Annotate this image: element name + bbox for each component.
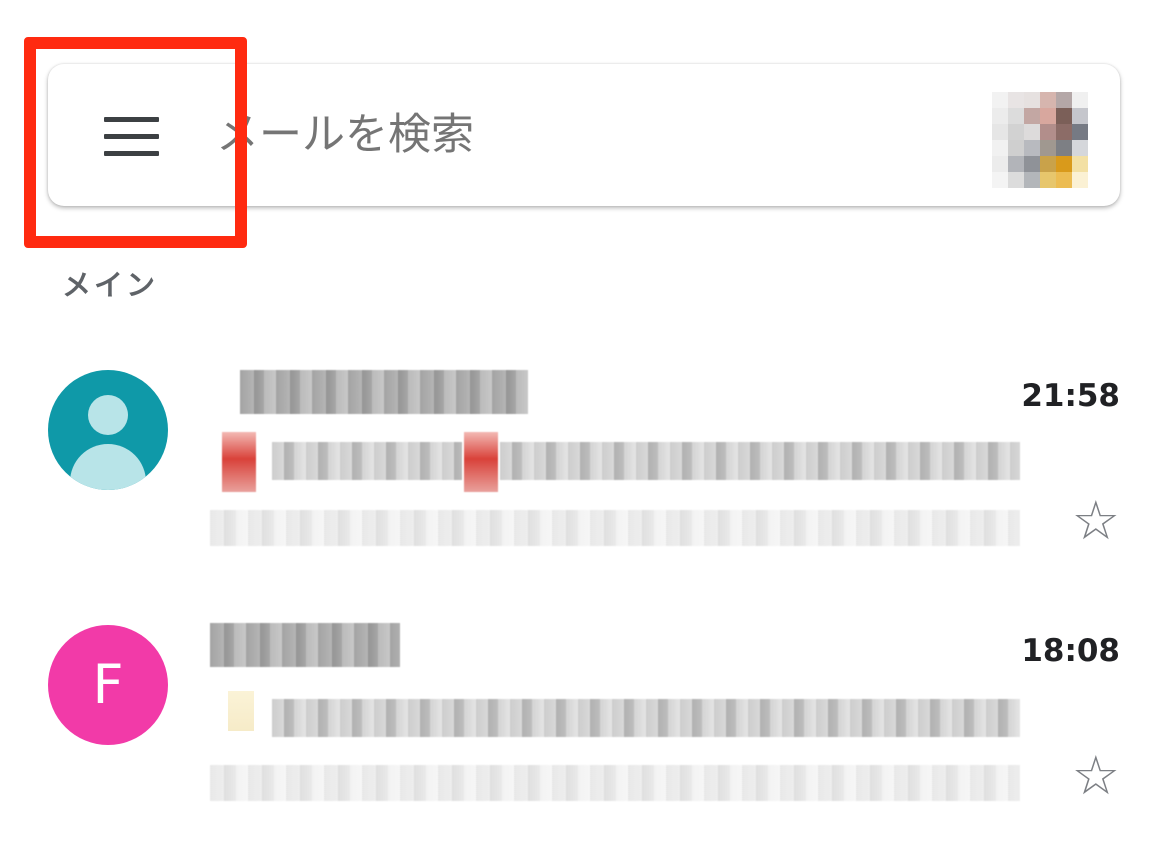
mail-time: 18:08 [1021, 633, 1120, 669]
mail-list-item[interactable]: F 18:08 ☆ [0, 595, 1170, 835]
snippet-redacted [210, 510, 1020, 546]
sender-avatar [48, 370, 168, 490]
sender-name-redacted [240, 370, 528, 414]
subject-redacted [272, 442, 462, 480]
emoji-redacted [222, 432, 256, 492]
snippet-redacted [210, 765, 1020, 801]
mail-list-item[interactable]: 21:58 ☆ [0, 340, 1170, 580]
section-label: メイン [62, 268, 159, 302]
sender-avatar: F [48, 625, 168, 745]
mail-time: 21:58 [1021, 378, 1120, 414]
search-input[interactable] [216, 100, 976, 170]
subject-redacted [500, 442, 1020, 480]
subject-redacted [272, 699, 1020, 737]
emoji-redacted [228, 691, 254, 731]
emoji-redacted [464, 432, 498, 492]
sender-name-redacted [210, 623, 400, 667]
account-avatar[interactable] [992, 92, 1088, 188]
search-bar [48, 64, 1120, 206]
star-outline-icon[interactable]: ☆ [1072, 494, 1120, 548]
menu-button[interactable] [88, 98, 178, 174]
star-outline-icon[interactable]: ☆ [1072, 749, 1120, 803]
